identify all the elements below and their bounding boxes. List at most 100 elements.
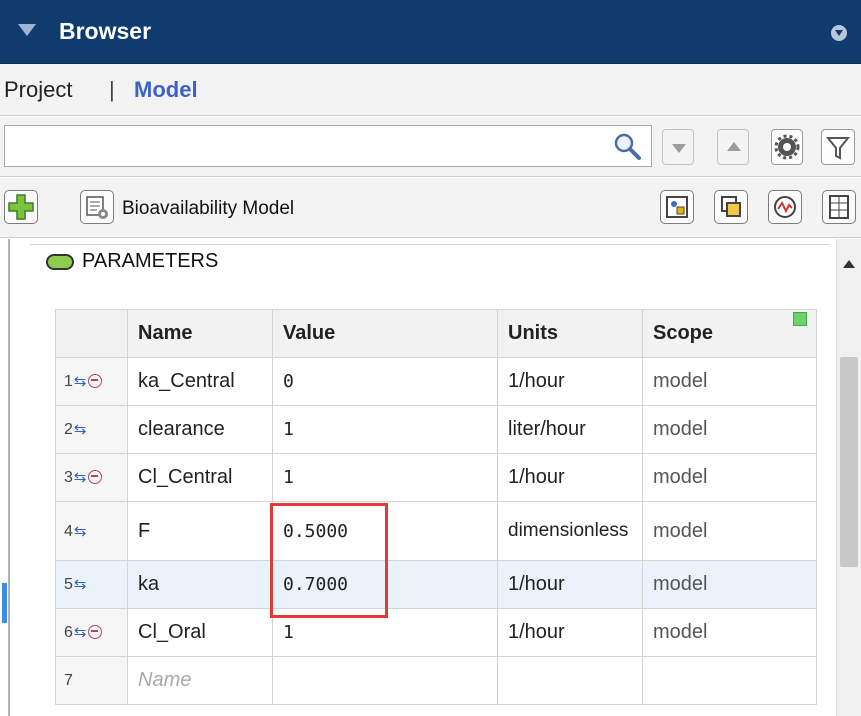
settings-button[interactable] bbox=[771, 129, 803, 165]
search-input[interactable] bbox=[4, 125, 652, 167]
value-cell[interactable]: 1 bbox=[272, 453, 498, 502]
column-header-units[interactable]: Units bbox=[497, 309, 643, 358]
units-cell[interactable]: 1/hour bbox=[497, 608, 643, 657]
name-cell[interactable]: Cl_Oral bbox=[127, 608, 273, 657]
breadcrumb-model[interactable]: Model bbox=[134, 77, 198, 103]
row-index-cell: 3⇆ bbox=[55, 453, 128, 502]
scope-cell: model bbox=[642, 560, 817, 609]
scope-cell: model bbox=[642, 453, 817, 502]
table-row[interactable]: 1⇆ ka_Central 0 1/hour model bbox=[55, 357, 817, 406]
arrow-icon: ⇆ bbox=[73, 576, 87, 593]
scope-cell: model bbox=[642, 608, 817, 657]
add-icon bbox=[8, 194, 34, 220]
previous-icon bbox=[727, 142, 741, 151]
table-row[interactable]: 4⇆ F 0.5000 dimensionless model bbox=[55, 501, 817, 561]
highlight-box bbox=[270, 503, 388, 618]
column-header-value[interactable]: Value bbox=[272, 309, 498, 358]
units-cell[interactable]: 1/hour bbox=[497, 357, 643, 406]
table-grid-icon bbox=[829, 195, 849, 219]
units-cell[interactable]: 1/hour bbox=[497, 453, 643, 502]
row-index: 2 bbox=[64, 421, 73, 438]
units-cell[interactable]: 1/hour bbox=[497, 560, 643, 609]
row-index: 5 bbox=[64, 576, 73, 593]
diagram-view-button[interactable] bbox=[660, 190, 694, 224]
model-toolbar: Bioavailability Model bbox=[0, 178, 861, 238]
new-units-cell[interactable] bbox=[497, 656, 643, 705]
row-index-cell: 5⇆ bbox=[55, 560, 128, 609]
row-index: 6 bbox=[64, 624, 73, 641]
table-row[interactable]: 2⇆ clearance 1 liter/hour model bbox=[55, 405, 817, 454]
parameters-panel: PARAMETERS Name Value Units Scope 1⇆ ka_… bbox=[0, 239, 861, 716]
breadcrumb: Project | Model bbox=[0, 64, 861, 116]
row-index-cell: 1⇆ bbox=[55, 357, 128, 406]
new-name-cell[interactable]: Name bbox=[127, 656, 273, 705]
model-properties-button[interactable] bbox=[80, 190, 114, 224]
plot-view-button[interactable] bbox=[768, 190, 802, 224]
table-view-button[interactable] bbox=[822, 190, 856, 224]
section-divider bbox=[30, 239, 830, 245]
arrow-icon: ⇆ bbox=[73, 373, 87, 390]
new-row[interactable]: 7 Name bbox=[55, 656, 817, 705]
value-cell[interactable]: 0 bbox=[272, 357, 498, 406]
column-header-name[interactable]: Name bbox=[127, 309, 273, 358]
table-header-row: Name Value Units Scope bbox=[55, 309, 817, 358]
copy-icon bbox=[721, 196, 741, 217]
name-cell[interactable]: ka bbox=[127, 560, 273, 609]
row-index-cell: 6⇆ bbox=[55, 608, 128, 657]
remove-icon[interactable] bbox=[88, 470, 103, 484]
row-index-cell: 2⇆ bbox=[55, 405, 128, 454]
previous-result-button[interactable] bbox=[717, 129, 749, 165]
search-icon[interactable] bbox=[612, 131, 642, 161]
selected-row-marker bbox=[2, 583, 7, 623]
arrow-icon: ⇆ bbox=[73, 624, 87, 641]
filter-button[interactable] bbox=[821, 129, 855, 165]
model-name: Bioavailability Model bbox=[122, 198, 295, 219]
search-toolbar bbox=[0, 117, 861, 177]
new-value-cell[interactable] bbox=[272, 656, 498, 705]
scroll-up-arrow-icon[interactable] bbox=[843, 260, 855, 268]
scope-cell: model bbox=[642, 357, 817, 406]
row-index: 3 bbox=[64, 469, 73, 486]
name-cell[interactable]: Cl_Central bbox=[127, 453, 273, 502]
new-scope-cell bbox=[642, 656, 817, 705]
breadcrumb-project[interactable]: Project bbox=[4, 77, 72, 103]
units-cell[interactable]: liter/hour bbox=[497, 405, 643, 454]
units-cell[interactable]: dimensionless bbox=[497, 501, 643, 561]
collapse-triangle-icon[interactable] bbox=[18, 24, 36, 36]
remove-icon[interactable] bbox=[88, 625, 103, 639]
row-index: 7 bbox=[64, 671, 73, 689]
arrow-icon: ⇆ bbox=[73, 421, 87, 438]
column-header-scope[interactable]: Scope bbox=[642, 309, 817, 358]
breadcrumb-separator: | bbox=[109, 77, 115, 102]
settings-gear-icon bbox=[774, 134, 800, 160]
section-label: PARAMETERS bbox=[82, 250, 219, 272]
panel-title: Browser bbox=[59, 18, 152, 44]
remove-icon[interactable] bbox=[88, 374, 103, 388]
browser-titlebar: Browser bbox=[0, 0, 861, 64]
scope-cell: model bbox=[642, 501, 817, 561]
name-cell[interactable]: ka_Central bbox=[127, 357, 273, 406]
name-cell[interactable]: F bbox=[127, 501, 273, 561]
arrow-icon: ⇆ bbox=[73, 522, 87, 540]
filter-icon bbox=[825, 137, 851, 160]
add-button[interactable] bbox=[4, 190, 38, 224]
next-icon bbox=[672, 144, 686, 153]
plot-icon bbox=[774, 196, 796, 218]
copy-view-button[interactable] bbox=[714, 190, 748, 224]
arrow-icon: ⇆ bbox=[73, 469, 87, 486]
diagram-icon bbox=[666, 196, 688, 218]
table-row[interactable]: 6⇆ Cl_Oral 1 1/hour model bbox=[55, 608, 817, 657]
status-indicator bbox=[793, 312, 807, 326]
table-row-selected[interactable]: 5⇆ ka 0.7000 1/hour model bbox=[55, 560, 817, 609]
table-row[interactable]: 3⇆ Cl_Central 1 1/hour model bbox=[55, 453, 817, 502]
scope-cell: model bbox=[642, 405, 817, 454]
scrollbar-thumb[interactable] bbox=[840, 357, 858, 567]
row-index-cell: 7 bbox=[55, 656, 128, 705]
left-gutter bbox=[8, 239, 10, 716]
next-result-button[interactable] bbox=[662, 129, 694, 165]
value-cell[interactable]: 1 bbox=[272, 405, 498, 454]
panel-options-icon[interactable] bbox=[831, 25, 847, 41]
name-cell[interactable]: clearance bbox=[127, 405, 273, 454]
model-properties-icon bbox=[86, 196, 108, 219]
row-index: 1 bbox=[64, 373, 73, 390]
